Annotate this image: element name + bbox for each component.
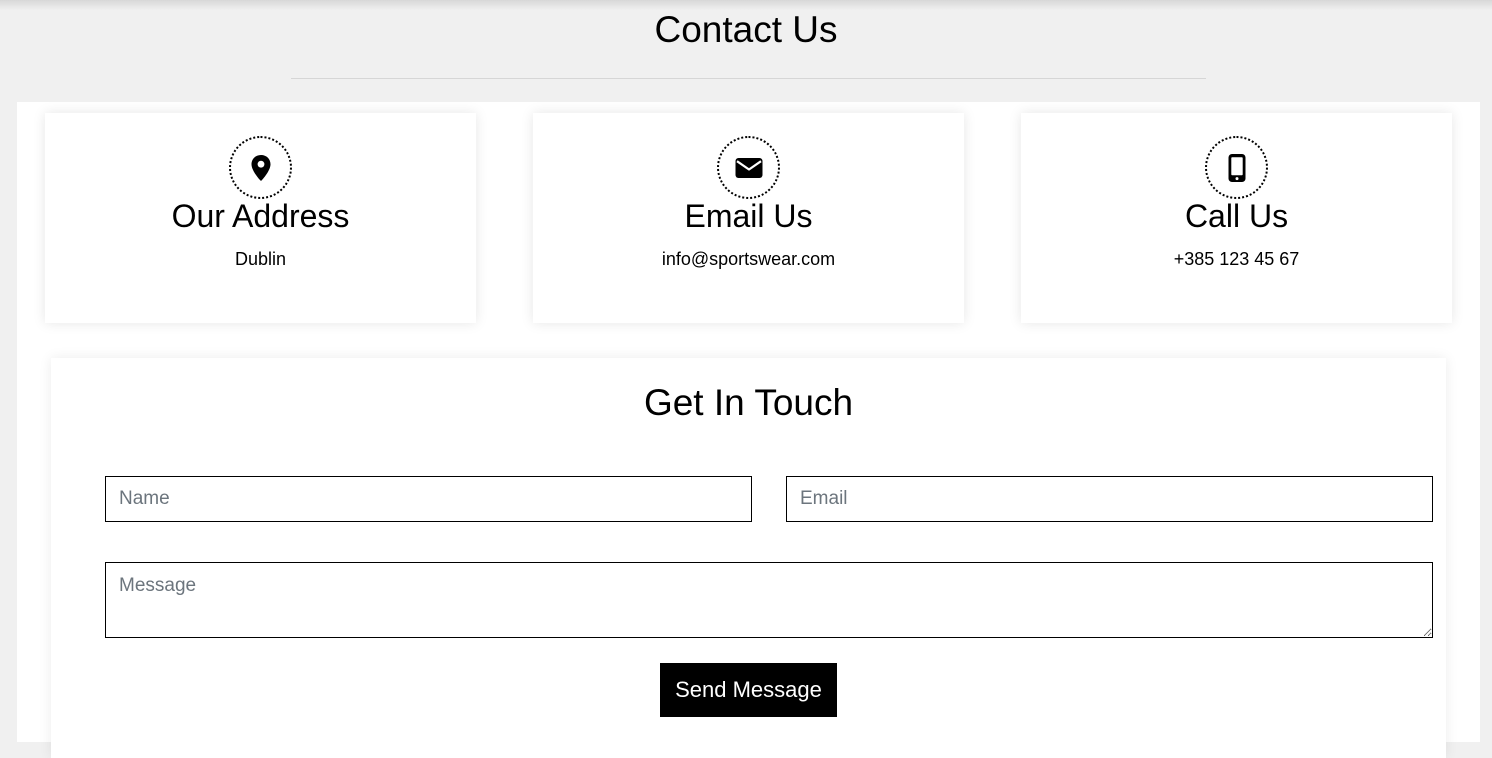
map-marker-icon	[229, 136, 292, 199]
title-divider	[291, 78, 1206, 79]
contact-form: Get In Touch Send Message	[51, 358, 1446, 758]
email-card-title: Email Us	[684, 198, 813, 234]
name-input[interactable]	[105, 476, 752, 522]
mobile-phone-icon	[1205, 136, 1268, 199]
contact-content: Our Address Dublin Email Us info@sportsw…	[17, 102, 1480, 758]
phone-value: +385 123 45 67	[1173, 249, 1300, 269]
phone-card-title: Call Us	[1184, 198, 1289, 234]
envelope-icon	[717, 136, 780, 199]
form-title: Get In Touch	[643, 382, 854, 423]
message-textarea[interactable]	[105, 562, 1433, 638]
page-title: Contact Us	[654, 9, 838, 50]
email-input[interactable]	[786, 476, 1433, 522]
address-card: Our Address Dublin	[45, 113, 476, 323]
address-card-title: Our Address	[171, 198, 350, 234]
send-message-button[interactable]: Send Message	[660, 663, 837, 717]
email-value: info@sportswear.com	[661, 249, 836, 269]
email-card: Email Us info@sportswear.com	[533, 113, 964, 323]
phone-card: Call Us +385 123 45 67	[1021, 113, 1452, 323]
address-value: Dublin	[234, 249, 287, 269]
